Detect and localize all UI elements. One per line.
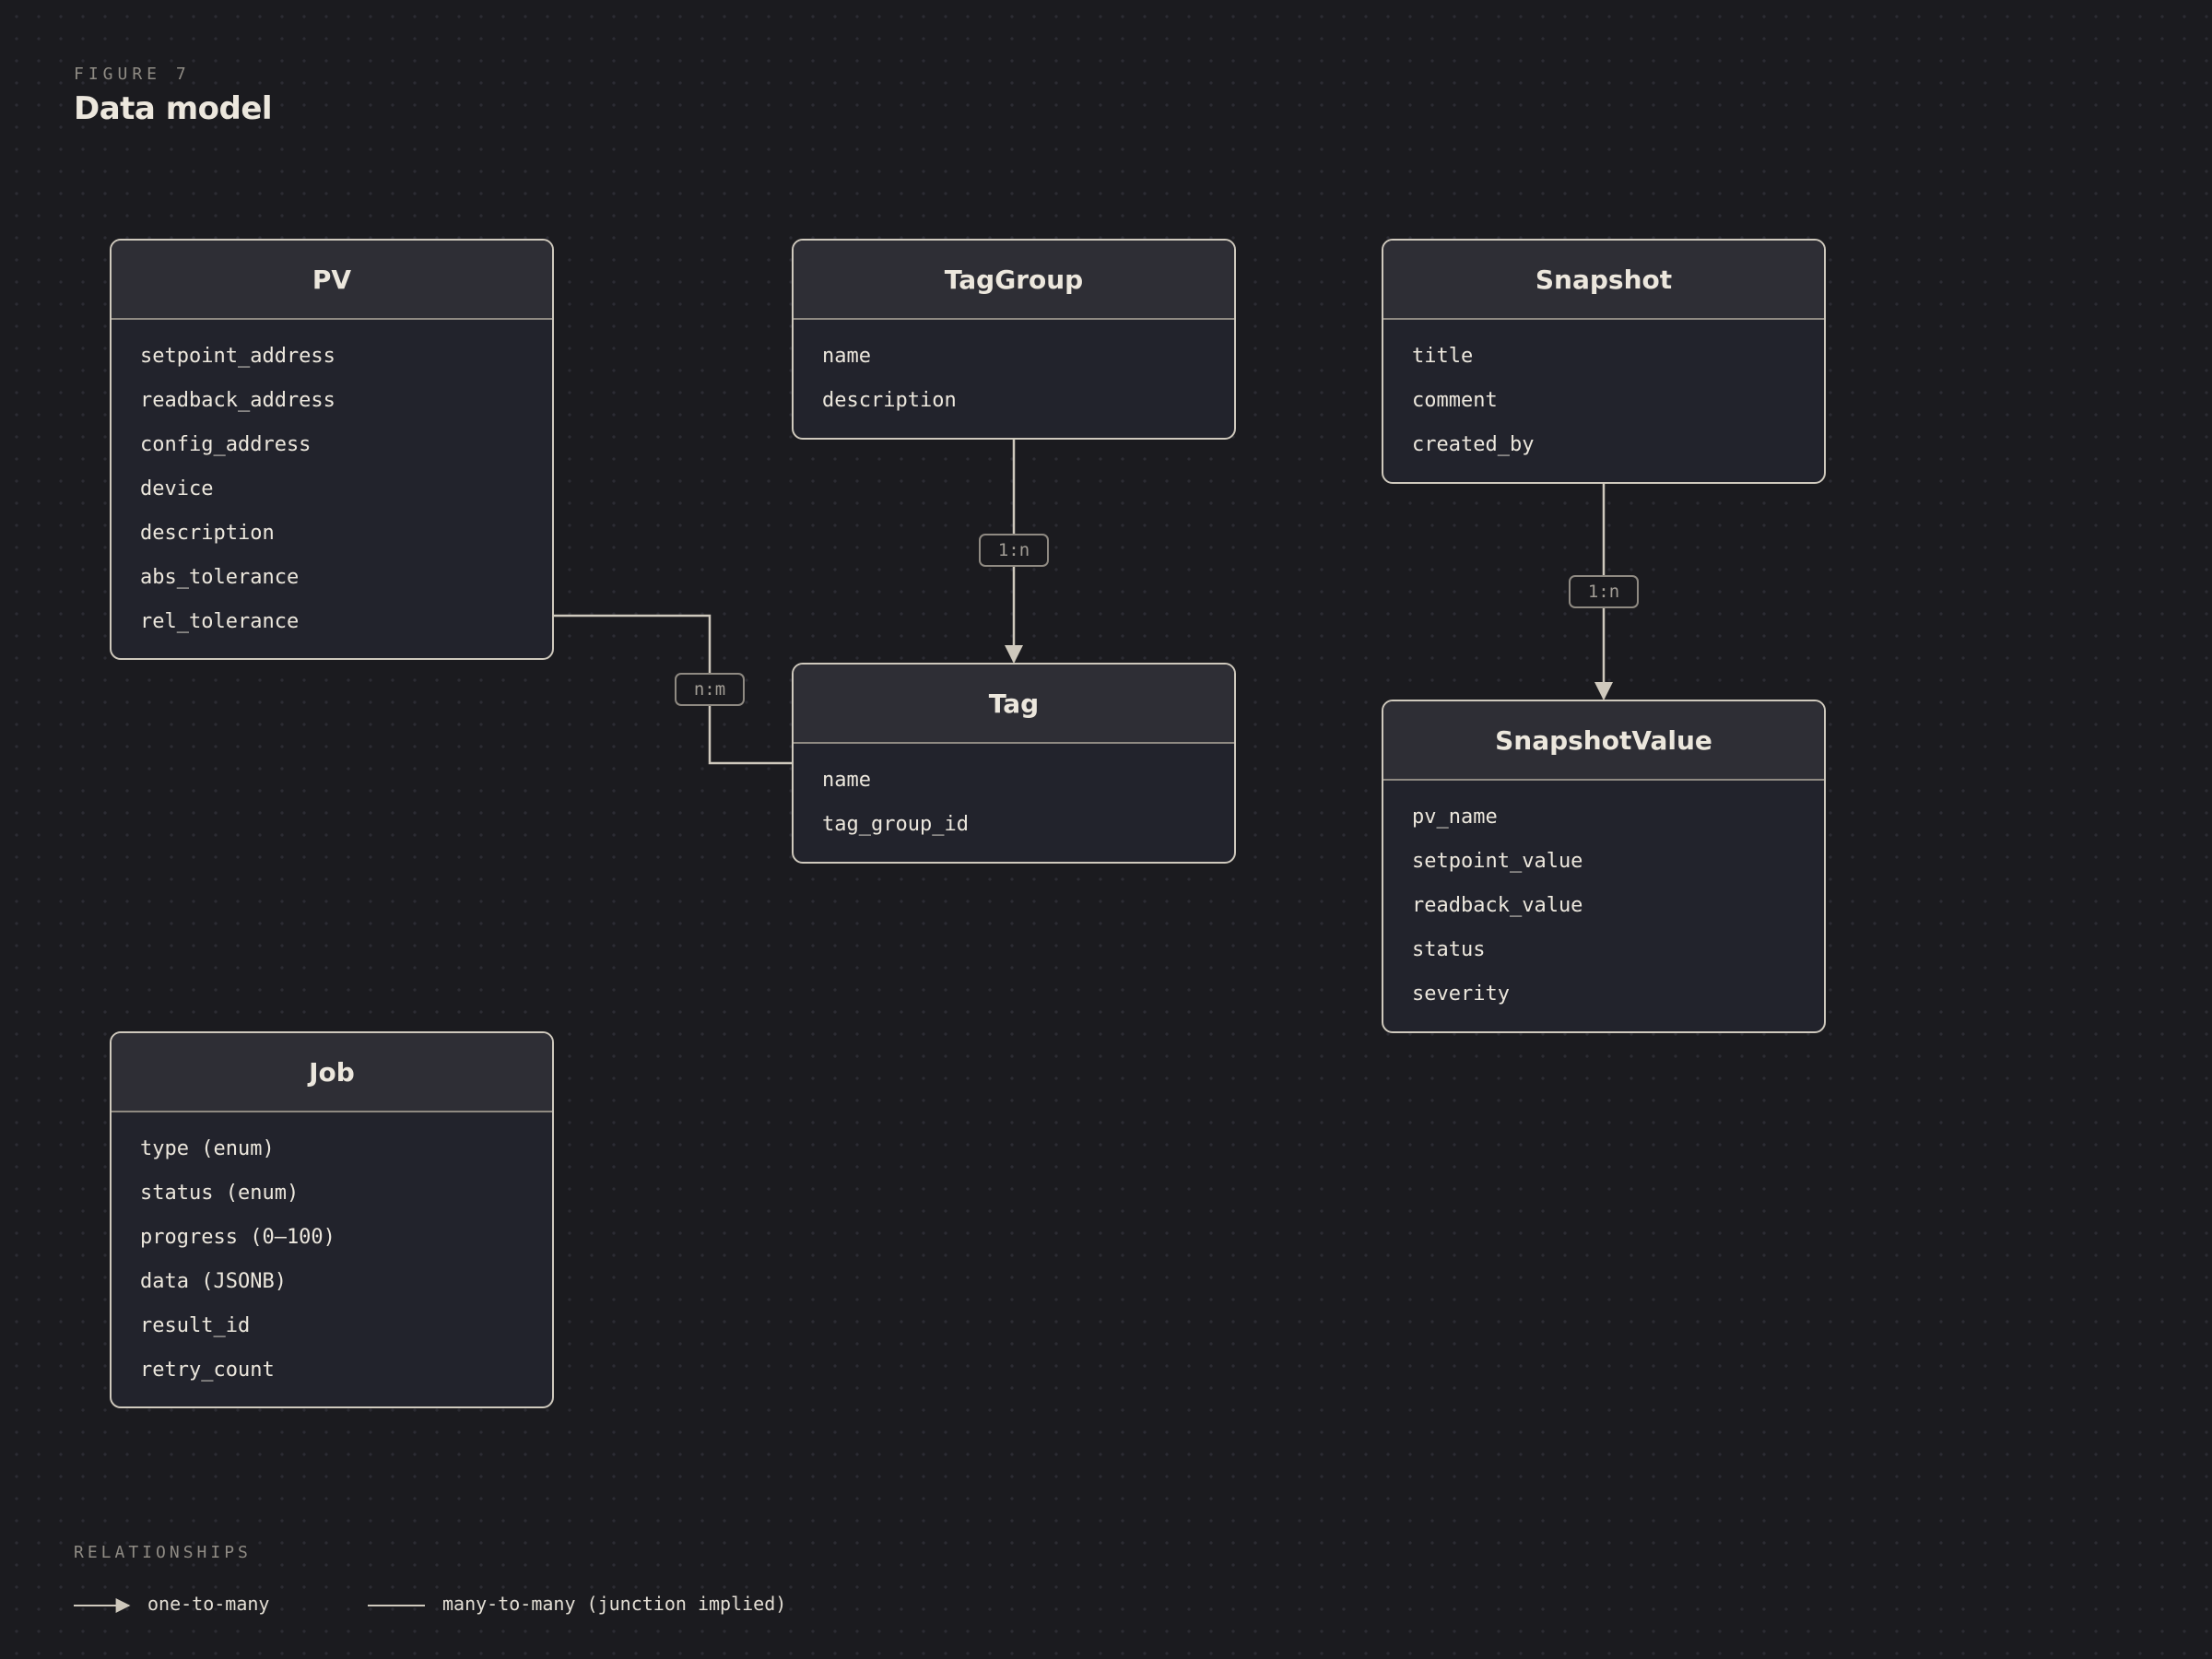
legend-label-one-to-many: one-to-many (147, 1593, 270, 1615)
legend-label-many-to-many: many-to-many (junction implied) (442, 1593, 787, 1615)
legend-swatches (74, 1598, 425, 1613)
